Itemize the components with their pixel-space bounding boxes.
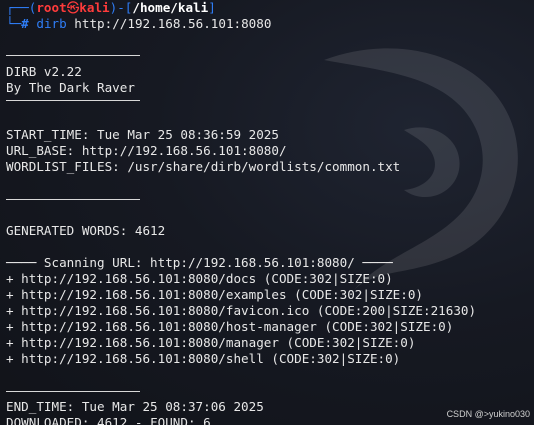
prompt-path: /home/kali <box>132 0 209 15</box>
prompt-frame-bottom: └─ <box>6 16 22 31</box>
command-args: http://192.168.56.101:8080 <box>74 16 272 31</box>
prompt-user: root <box>36 0 67 15</box>
result-line: + http://192.168.56.101:8080/host-manage… <box>6 319 454 334</box>
command-line[interactable]: └─# dirb http://192.168.56.101:8080 <box>6 16 271 32</box>
prompt-frame: ┌──( <box>6 0 37 15</box>
prompt-line-top: ┌──(root㉿kali)-[/home/kali] <box>6 0 216 16</box>
prompt-frame-mid: )-[ <box>109 0 133 15</box>
separator-rule <box>6 199 140 200</box>
separator-rule <box>6 100 140 101</box>
result-line: + http://192.168.56.101:8080/favicon.ico… <box>6 303 477 318</box>
csdn-watermark: CSDN @>yukino030 <box>446 409 530 419</box>
result-line: + http://192.168.56.101:8080/shell (CODE… <box>6 351 401 366</box>
prompt-symbol: # <box>21 16 29 31</box>
prompt-frame-end: ] <box>208 0 216 15</box>
end-time: END_TIME: Tue Mar 25 08:37:06 2025 <box>6 399 264 414</box>
scanning-header: ──── Scanning URL: http://192.168.56.101… <box>6 255 393 270</box>
url-base: URL_BASE: http://192.168.56.101:8080/ <box>6 143 287 158</box>
banner-title: DIRB v2.22 <box>6 64 82 79</box>
downloaded-summary: DOWNLOADED: 4612 - FOUND: 6 <box>6 415 211 425</box>
terminal-window[interactable]: ┌──(root㉿kali)-[/home/kali] └─# dirb htt… <box>0 0 534 425</box>
command-name: dirb <box>36 16 67 31</box>
prompt-skull-icon: ㉿ <box>66 0 80 15</box>
result-line: + http://192.168.56.101:8080/docs (CODE:… <box>6 271 393 286</box>
separator-rule <box>6 391 140 392</box>
result-line: + http://192.168.56.101:8080/examples (C… <box>6 287 424 302</box>
banner-author: By The Dark Raver <box>6 80 135 95</box>
start-time: START_TIME: Tue Mar 25 08:36:59 2025 <box>6 127 279 142</box>
prompt-host: kali <box>79 0 110 15</box>
generated-words: GENERATED WORDS: 4612 <box>6 223 166 238</box>
separator-rule <box>6 55 140 56</box>
result-line: + http://192.168.56.101:8080/manager (CO… <box>6 335 416 350</box>
wordlist-files: WORDLIST_FILES: /usr/share/dirb/wordlist… <box>6 159 401 174</box>
